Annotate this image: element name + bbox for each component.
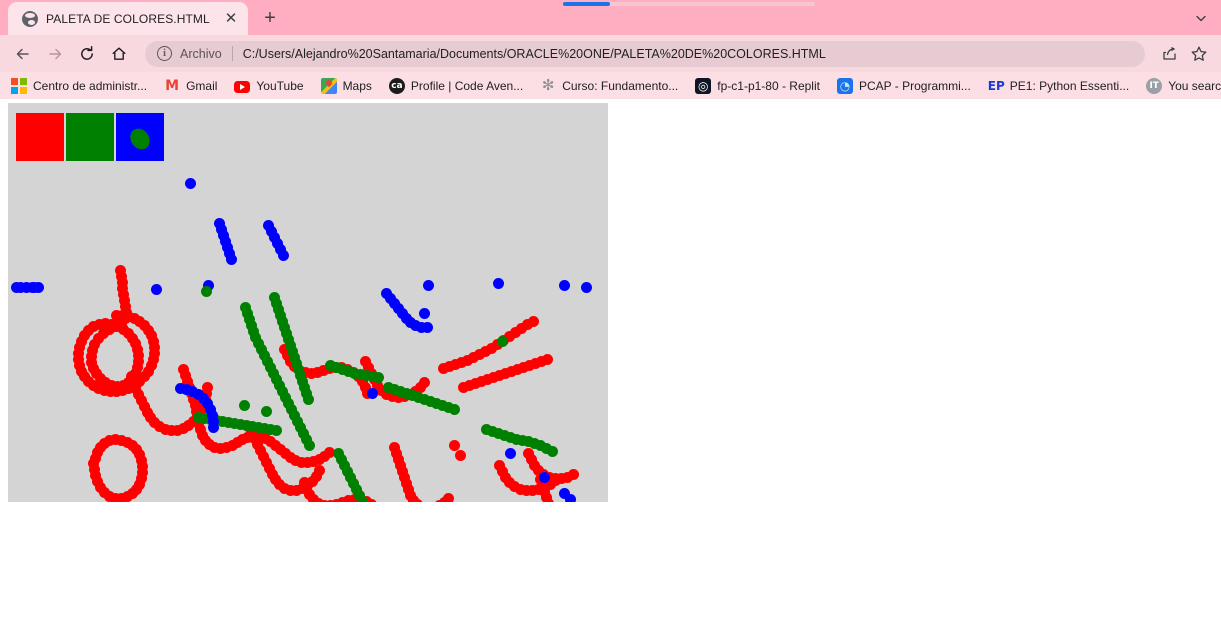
brush-dot — [89, 452, 101, 464]
globe-icon — [22, 10, 38, 27]
paleta-de-colores-canvas[interactable] — [8, 103, 608, 502]
back-button[interactable] — [8, 39, 38, 69]
address-bar-divider — [231, 46, 233, 61]
brush-dot — [260, 405, 272, 417]
brush-dot — [277, 249, 289, 261]
brush-dot — [546, 445, 558, 457]
brush-dot — [448, 403, 460, 415]
it-icon: IT — [1146, 77, 1163, 94]
home-button[interactable] — [104, 39, 134, 69]
brush-dot — [496, 335, 508, 347]
forward-button[interactable] — [40, 39, 70, 69]
brush-dot — [10, 281, 22, 293]
brush-dot — [150, 283, 162, 295]
course-icon: ✻ — [541, 76, 555, 94]
bookmark-label: Curso: Fundamento... — [562, 78, 679, 93]
brush-dot — [207, 421, 219, 433]
brush-dot — [538, 471, 550, 483]
brush-dot — [454, 449, 466, 461]
address-bar[interactable]: i Archivo C:/Users/Alejandro%20Santamari… — [145, 40, 1145, 67]
bookmark-label: Centro de administr... — [33, 78, 148, 93]
brush-dot — [421, 321, 433, 333]
brush-dot — [492, 277, 504, 289]
brush-dot — [422, 279, 434, 291]
bookmark-label: PE1: Python Essenti... — [1009, 78, 1130, 93]
tab-title: PALETA DE COLORES.HTML — [46, 11, 210, 26]
brush-dot — [448, 439, 460, 451]
bookmark-item[interactable]: ✻ Curso: Fundamento... — [540, 75, 686, 97]
brush-dot — [418, 376, 430, 388]
bookmark-item[interactable]: ◎ fp-c1-p1-80 - Replit — [695, 75, 828, 97]
brush-dot — [270, 424, 282, 436]
address-bar-scheme: Archivo — [180, 46, 222, 61]
top-progress-slider[interactable] — [563, 2, 815, 6]
brush-dot — [564, 493, 576, 502]
bookmark-label: PCAP - Programmi... — [858, 78, 971, 93]
brush-dot — [372, 371, 384, 383]
brush-dot — [313, 464, 325, 476]
brush-dot — [558, 279, 570, 291]
bookmark-label: Gmail — [186, 78, 218, 93]
info-icon[interactable]: i — [157, 46, 172, 61]
brush-dot — [110, 309, 122, 321]
brush-dot — [302, 393, 314, 405]
youtube-icon — [234, 80, 251, 93]
microsoft-icon — [11, 77, 27, 94]
bookmark-item[interactable]: Centro de administr... — [11, 75, 155, 97]
share-icon[interactable] — [1155, 40, 1183, 68]
bookmark-item[interactable]: M Gmail — [164, 75, 225, 97]
brush-dot — [580, 281, 592, 293]
brush-dot — [225, 253, 237, 265]
python-essentials-icon: EP — [987, 78, 1005, 93]
bookmark-item[interactable]: Maps — [320, 75, 380, 97]
address-bar-url[interactable]: C:/Users/Alejandro%20Santamaria/Document… — [243, 47, 826, 61]
brush-dot — [504, 447, 516, 459]
new-tab-button[interactable]: + — [256, 4, 284, 32]
bookmark-item[interactable]: ◔ PCAP - Programmi... — [836, 75, 979, 97]
bookmark-label: YouTube — [256, 78, 304, 93]
code-avengers-icon: ca — [388, 77, 405, 94]
pcap-icon: ◔ — [836, 77, 853, 94]
green-swatch[interactable] — [66, 113, 114, 161]
brush-dot — [303, 439, 315, 451]
brush-dot — [442, 492, 454, 502]
brush-dot — [238, 399, 250, 411]
brush-dot — [366, 387, 378, 399]
red-swatch[interactable] — [16, 113, 64, 161]
brush-dot — [527, 315, 539, 327]
brush-dot — [200, 285, 212, 297]
bookmark-label: fp-c1-p1-80 - Replit — [717, 78, 820, 93]
bookmark-item[interactable]: YouTube — [234, 76, 311, 96]
bookmark-item[interactable]: IT You search — [1146, 75, 1221, 97]
bookmarks-bar: Centro de administr... M Gmail YouTube Maps c… — [0, 72, 1221, 99]
gmail-icon: M — [165, 77, 180, 94]
brush-dot — [28, 281, 40, 293]
brush-dot — [567, 468, 579, 480]
bookmark-label: Maps — [342, 78, 372, 93]
browser-window: PALETA DE COLORES.HTML ✕ + i Archivo C:/… — [0, 0, 1221, 627]
reload-button[interactable] — [72, 39, 102, 69]
bookmark-item[interactable]: ca Profile | Code Aven... — [388, 75, 531, 97]
bookmark-item[interactable]: EP PE1: Python Essenti... — [988, 75, 1137, 97]
page-viewport — [0, 99, 1221, 627]
close-icon[interactable]: ✕ — [220, 8, 242, 30]
browser-tab[interactable]: PALETA DE COLORES.HTML ✕ — [8, 2, 248, 35]
top-progress-slider-fill — [563, 2, 610, 6]
replit-icon: ◎ — [695, 77, 712, 94]
brush-dot — [541, 353, 553, 365]
bookmark-star-icon[interactable] — [1185, 40, 1213, 68]
tab-strip: PALETA DE COLORES.HTML ✕ + — [0, 0, 1221, 35]
brush-dot — [184, 177, 196, 189]
bookmark-label: Profile | Code Aven... — [410, 78, 524, 93]
chevron-down-icon[interactable] — [1187, 4, 1215, 32]
brush-dot — [418, 307, 430, 319]
bookmark-label: You search — [1168, 78, 1221, 93]
browser-toolbar: i Archivo C:/Users/Alejandro%20Santamari… — [0, 35, 1221, 72]
brush-dot — [542, 497, 554, 502]
google-maps-icon — [320, 77, 337, 94]
